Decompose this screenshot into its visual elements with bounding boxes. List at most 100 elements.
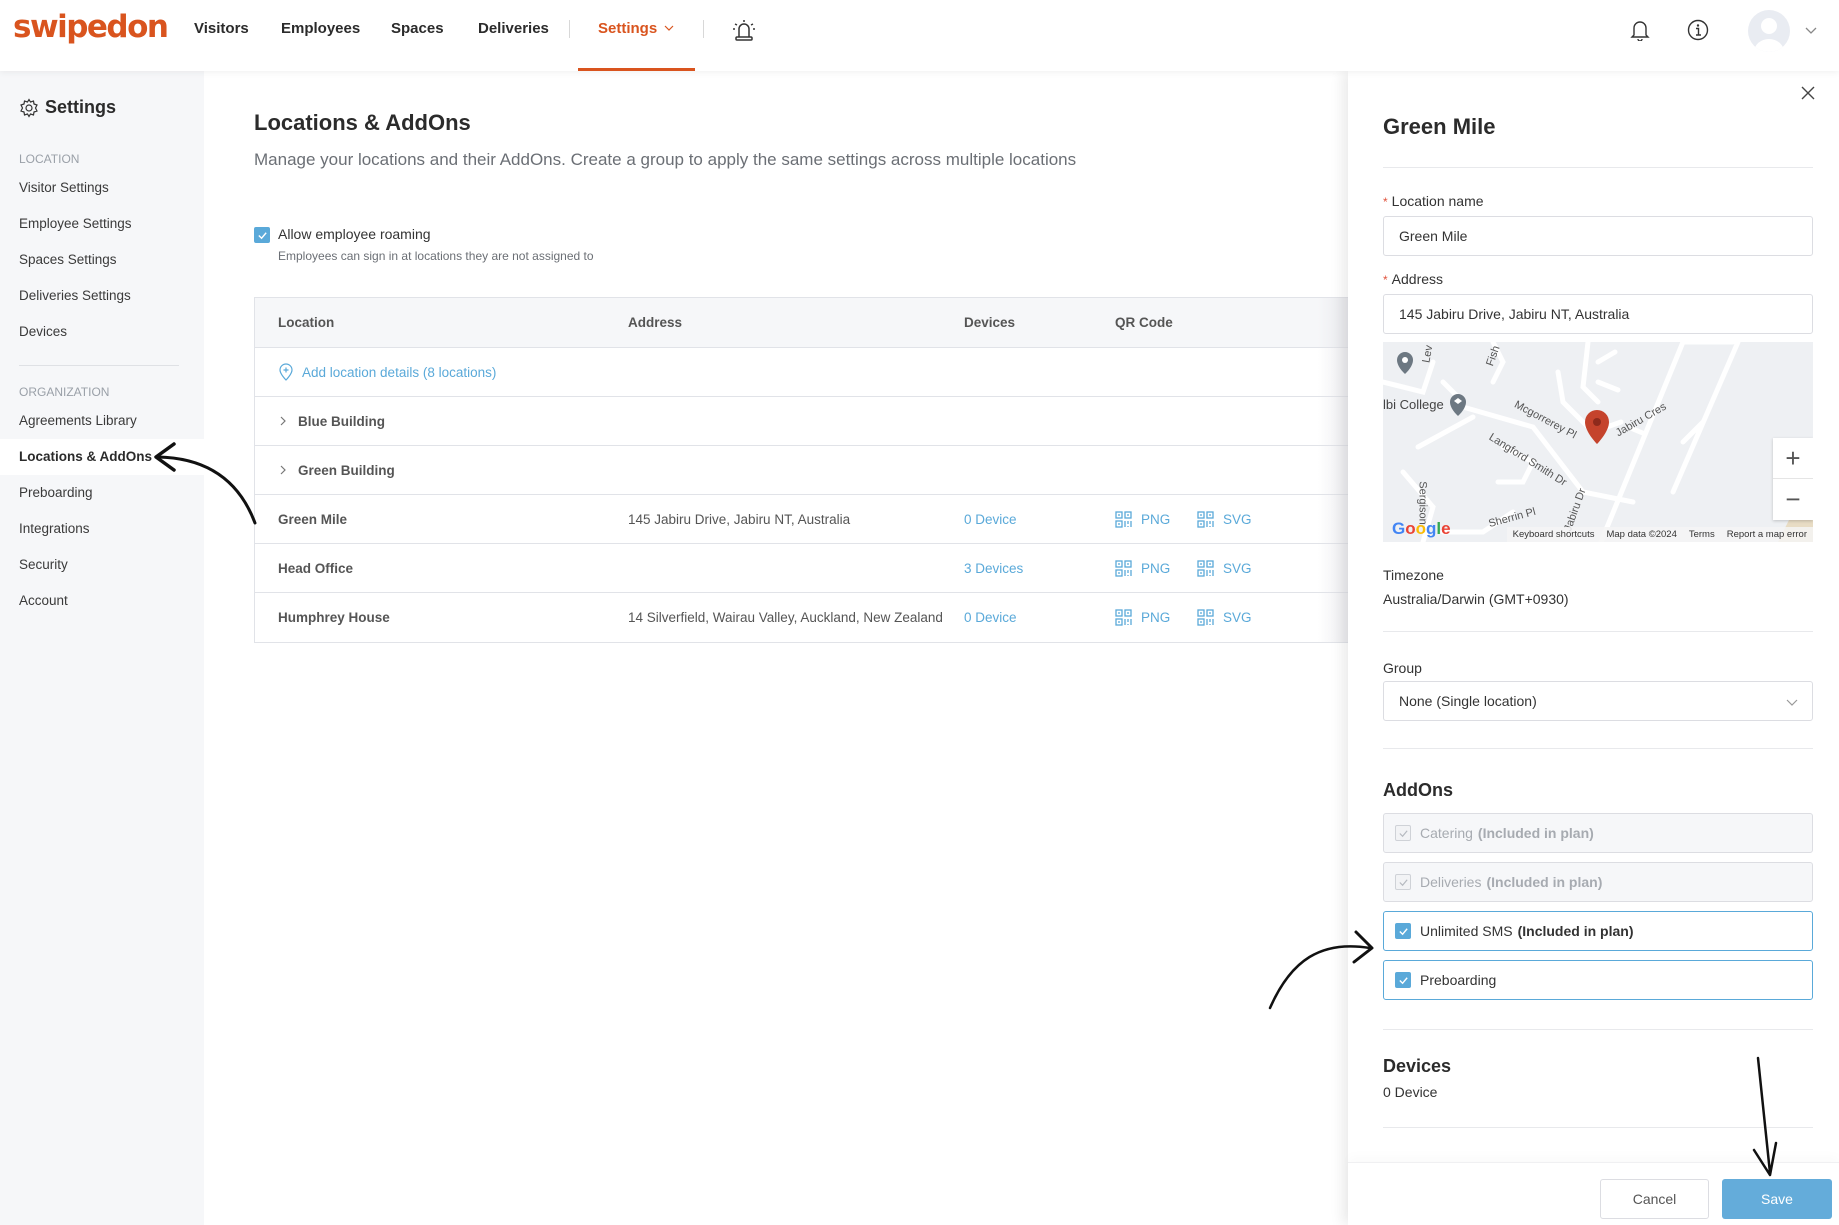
devices-heading: Devices: [1383, 1056, 1452, 1076]
location-name-input[interactable]: [1383, 216, 1813, 256]
addon-checkbox: [1395, 825, 1411, 841]
column-header-address: Address: [628, 315, 683, 330]
sidebar-item-locations-addons[interactable]: Locations & AddOns: [0, 439, 204, 475]
qr-svg-label: SVG: [1223, 610, 1252, 625]
map-terms-link[interactable]: Terms: [1689, 529, 1715, 540]
location-name[interactable]: Green Mile: [278, 495, 347, 543]
sidebar-item-account[interactable]: Account: [0, 583, 204, 619]
group-blue-building[interactable]: Blue Building: [278, 397, 385, 445]
sidebar-item-deliveries-settings[interactable]: Deliveries Settings: [0, 278, 204, 314]
location-name[interactable]: Humphrey House: [278, 593, 390, 642]
group-label: Group: [1383, 660, 1422, 676]
qr-code-icon: [1197, 609, 1214, 626]
sidebar-item-spaces-settings[interactable]: Spaces Settings: [0, 242, 204, 278]
devices-link[interactable]: 0 Device: [964, 593, 1017, 642]
addon-suffix: (Included in plan): [1486, 874, 1603, 890]
location-map[interactable]: lbi College Mcgorrerey Pl Jabiru Cres La…: [1383, 342, 1813, 542]
group-green-building[interactable]: Green Building: [278, 446, 395, 494]
gear-icon: [20, 97, 38, 118]
addon-checkbox: [1395, 874, 1411, 890]
addon-checkbox[interactable]: [1395, 972, 1411, 988]
addon-deliveries: Deliveries (Included in plan): [1383, 862, 1813, 902]
chevron-down-icon[interactable]: [663, 22, 675, 34]
location-edit-drawer: Green Mile *Location name *Address: [1348, 71, 1839, 1225]
sidebar-item-employee-settings[interactable]: Employee Settings: [0, 206, 204, 242]
nav-spaces[interactable]: Spaces: [391, 20, 444, 37]
close-icon[interactable]: [1800, 85, 1816, 101]
allow-roaming-checkbox[interactable]: [254, 227, 270, 243]
sidebar-item-visitor-settings[interactable]: Visitor Settings: [0, 170, 204, 206]
qr-code-icon: [1197, 559, 1214, 577]
qr-code-icon: [1115, 609, 1132, 626]
swipedon-logo[interactable]: swipedon: [13, 9, 169, 45]
addon-suffix: (Included in plan): [1517, 923, 1634, 939]
table-row[interactable]: Humphrey House 14 Silverfield, Wairau Va…: [255, 593, 1348, 642]
map-report-error-link[interactable]: Report a map error: [1727, 529, 1807, 540]
location-address: 14 Silverfield, Wairau Valley, Auckland,…: [628, 610, 943, 625]
sidebar-item-agreements-library[interactable]: Agreements Library: [0, 403, 204, 439]
nav-visitors[interactable]: Visitors: [194, 20, 249, 37]
check-icon: [1398, 976, 1408, 984]
addon-name: Deliveries: [1420, 874, 1482, 890]
allow-roaming-label[interactable]: Allow employee roaming: [278, 226, 431, 242]
table-row[interactable]: Head Office 3 Devices PNG SVG: [255, 544, 1348, 593]
add-location-link[interactable]: Add location details (8 locations): [278, 348, 496, 396]
addon-preboarding[interactable]: Preboarding: [1383, 960, 1813, 1000]
nav-employees[interactable]: Employees: [281, 20, 360, 37]
group-select[interactable]: None (Single location): [1383, 681, 1813, 721]
qr-png-download[interactable]: PNG: [1115, 544, 1170, 592]
location-name[interactable]: Head Office: [278, 544, 353, 592]
required-marker: *: [1383, 273, 1388, 287]
map-zoom-in-button[interactable]: +: [1773, 438, 1813, 479]
column-header-location: Location: [278, 315, 335, 330]
map-keyboard-shortcuts[interactable]: Keyboard shortcuts: [1513, 529, 1595, 540]
sidebar-item-preboarding[interactable]: Preboarding: [0, 475, 204, 511]
nav-deliveries[interactable]: Deliveries: [478, 20, 549, 37]
chevron-down-icon: [1786, 699, 1798, 706]
qr-svg-download[interactable]: SVG: [1197, 495, 1252, 543]
column-header-qr-code: QR Code: [1115, 315, 1173, 330]
cancel-button[interactable]: Cancel: [1600, 1179, 1709, 1219]
chevron-down-icon[interactable]: [1804, 25, 1818, 35]
google-logo: Google: [1392, 519, 1451, 538]
timezone-label: Timezone: [1383, 567, 1444, 583]
bell-icon[interactable]: [1630, 19, 1650, 41]
sidebar-item-integrations[interactable]: Integrations: [0, 511, 204, 547]
save-button[interactable]: Save: [1722, 1179, 1832, 1219]
group-row-green-building[interactable]: Green Building: [255, 446, 1348, 495]
qr-png-download[interactable]: PNG: [1115, 593, 1170, 642]
locations-table: Location Address Devices QR Code Add loc…: [254, 297, 1348, 643]
chevron-right-icon[interactable]: [278, 416, 288, 426]
add-location-row[interactable]: Add location details (8 locations): [255, 348, 1348, 397]
devices-link[interactable]: 0 Device: [964, 495, 1017, 543]
info-icon[interactable]: [1687, 19, 1709, 41]
table-row[interactable]: Green Mile 145 Jabiru Drive, Jabiru NT, …: [255, 495, 1348, 544]
sidebar-item-devices[interactable]: Devices: [0, 314, 204, 350]
nav-divider: [703, 20, 704, 38]
sidebar-section-location: LOCATION: [19, 152, 80, 166]
addon-checkbox[interactable]: [1395, 923, 1411, 939]
qr-svg-download[interactable]: SVG: [1197, 593, 1252, 642]
top-navigation-bar: swipedon Visitors Employees Spaces Deliv…: [0, 0, 1839, 71]
addon-catering: Catering (Included in plan): [1383, 813, 1813, 853]
addon-unlimited-sms[interactable]: Unlimited SMS (Included in plan): [1383, 911, 1813, 951]
qr-svg-download[interactable]: SVG: [1197, 544, 1252, 592]
nav-settings[interactable]: Settings: [598, 20, 657, 37]
group-row-blue-building[interactable]: Blue Building: [255, 397, 1348, 446]
group-name: Green Building: [298, 462, 395, 478]
user-avatar[interactable]: [1748, 10, 1790, 52]
table-header: Location Address Devices QR Code: [255, 298, 1348, 348]
alarm-light-icon[interactable]: [731, 17, 757, 41]
qr-png-download[interactable]: PNG: [1115, 495, 1170, 543]
addon-name: Unlimited SMS: [1420, 923, 1513, 939]
drawer-title: Green Mile: [1383, 114, 1496, 139]
qr-code-icon: [1115, 510, 1132, 528]
address-input[interactable]: [1383, 294, 1813, 334]
sidebar-item-security[interactable]: Security: [0, 547, 204, 583]
devices-count-link[interactable]: 0 Device: [1383, 1084, 1437, 1100]
map-zoom-out-button[interactable]: −: [1773, 479, 1813, 520]
page-description: Manage your locations and their AddOns. …: [254, 150, 1077, 169]
chevron-right-icon[interactable]: [278, 465, 288, 475]
devices-link[interactable]: 3 Devices: [964, 544, 1023, 592]
required-marker: *: [1383, 195, 1388, 209]
